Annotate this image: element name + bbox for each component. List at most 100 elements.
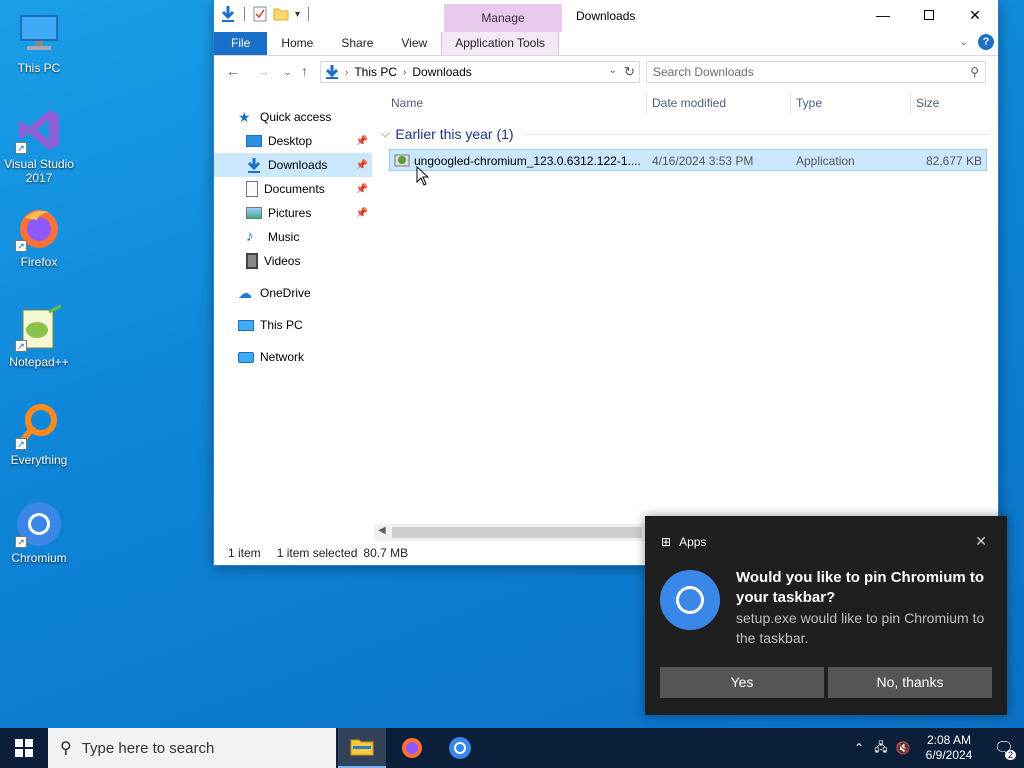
nav-item-label: Network <box>260 350 305 364</box>
tab-view[interactable]: View <box>387 32 441 55</box>
scrollbar-thumb[interactable] <box>392 527 642 538</box>
pin-icon[interactable]: 📌 <box>356 136 368 147</box>
desktop-icon-chromium[interactable]: ↗ Chromium <box>2 500 76 565</box>
network-icon[interactable]: 🖧 <box>870 738 892 759</box>
apps-icon: ⊞ <box>661 535 672 549</box>
tab-share[interactable]: Share <box>327 32 387 55</box>
minimize-button[interactable]: — <box>860 0 906 30</box>
start-button[interactable] <box>0 728 48 768</box>
taskbar-firefox[interactable] <box>388 728 436 768</box>
group-divider <box>524 134 990 135</box>
downloads-location-icon <box>325 65 339 79</box>
navigation-pane: ★ Quick access Desktop 📌 Downloads 📌 Doc… <box>214 100 374 520</box>
column-divider <box>790 93 791 113</box>
windows-logo-icon <box>15 739 33 757</box>
pin-icon[interactable]: 📌 <box>356 160 368 171</box>
scroll-left-icon[interactable]: ◀ <box>378 525 386 536</box>
nav-item-music[interactable]: ♪ Music <box>214 225 372 249</box>
minimize-icon: — <box>876 7 890 23</box>
nav-item-label: Desktop <box>268 134 313 148</box>
action-center-button[interactable]: 🗨 2 <box>984 728 1024 768</box>
pin-icon[interactable]: 📌 <box>356 208 368 219</box>
desktop-icon-visual-studio[interactable]: ↗ Visual Studio 2017 <box>2 106 76 185</box>
column-header-size[interactable]: Size <box>916 96 939 110</box>
file-size: 82,677 KB <box>925 154 982 168</box>
nav-item-network[interactable]: Network <box>214 345 372 369</box>
search-input[interactable]: Search Downloads ⚲ <box>646 61 986 83</box>
maximize-button[interactable] <box>906 0 952 30</box>
help-icon[interactable]: ? <box>978 34 994 50</box>
desktop-icon-this-pc[interactable]: This PC <box>2 10 76 75</box>
installer-file-icon <box>394 154 410 167</box>
nav-item-this-pc[interactable]: This PC <box>214 313 372 337</box>
refresh-icon[interactable]: ↻ <box>624 64 635 80</box>
horizontal-scrollbar[interactable]: ◀ <box>374 524 646 541</box>
taskbar-file-explorer[interactable] <box>338 728 386 768</box>
visual-studio-icon: ↗ <box>15 106 63 154</box>
clock[interactable]: 2:08 AM 6/9/2024 <box>914 733 984 763</box>
breadcrumb-separator-icon: › <box>403 66 407 78</box>
tab-application-tools[interactable]: Application Tools <box>441 32 560 55</box>
tab-manage[interactable]: Manage <box>444 4 562 32</box>
nav-item-videos[interactable]: Videos <box>214 249 372 273</box>
up-arrow-icon[interactable]: ↑ <box>301 63 308 79</box>
nav-item-desktop[interactable]: Desktop 📌 <box>214 129 372 153</box>
nav-item-onedrive[interactable]: ☁ OneDrive <box>214 281 372 305</box>
nav-item-label: Videos <box>264 254 301 268</box>
status-selection: 1 item selected 80.7 MB <box>277 546 408 560</box>
computer-icon <box>15 10 63 58</box>
pin-icon[interactable]: 📌 <box>356 184 368 195</box>
file-explorer-window: ▾ Manage Downloads — ✕ File Home Share V… <box>213 0 999 566</box>
tab-home[interactable]: Home <box>267 32 327 55</box>
star-icon: ★ <box>238 109 251 125</box>
desktop-icon-everything[interactable]: ↗ Everything <box>2 402 76 467</box>
close-button[interactable]: ✕ <box>952 0 998 30</box>
tab-file[interactable]: File <box>214 32 268 55</box>
status-bar: 1 item 1 item selected 80.7 MB <box>228 546 408 560</box>
toolbar-divider <box>244 7 245 21</box>
back-arrow-icon[interactable]: ← <box>226 63 240 79</box>
nav-item-label: Pictures <box>268 206 312 220</box>
firefox-icon: ↗ <box>15 204 63 252</box>
taskbar-search-input[interactable]: ⚲ Type here to search <box>48 728 336 768</box>
shortcut-arrow-icon: ↗ <box>15 240 27 252</box>
no-thanks-button[interactable]: No, thanks <box>828 667 992 698</box>
column-header-date-modified[interactable]: Date modified <box>652 96 726 110</box>
maximize-icon <box>924 10 934 20</box>
recent-locations-icon[interactable]: ⌄ <box>284 67 292 78</box>
volume-muted-icon[interactable]: 🔇 <box>892 741 914 755</box>
group-header[interactable]: ⌵ Earlier this year (1) <box>381 126 514 142</box>
desktop-icon-label: Everything <box>10 453 68 467</box>
yes-button[interactable]: Yes <box>660 667 824 698</box>
desktop-icon-notepad-plus-plus[interactable]: ↗ Notepad++ <box>2 304 76 369</box>
properties-icon[interactable] <box>253 6 267 22</box>
pictures-folder-icon <box>246 207 262 219</box>
nav-item-label: Music <box>268 230 300 244</box>
toast-app-name: Apps <box>679 535 707 549</box>
close-icon: ✕ <box>969 6 981 23</box>
mouse-cursor-icon <box>416 166 430 186</box>
toast-close-icon[interactable]: ✕ <box>975 533 987 550</box>
nav-item-downloads[interactable]: Downloads 📌 <box>214 153 372 177</box>
nav-item-pictures[interactable]: Pictures 📌 <box>214 201 372 225</box>
breadcrumb-this-pc[interactable]: This PC <box>354 65 397 79</box>
column-header-type[interactable]: Type <box>796 96 822 110</box>
address-bar[interactable]: › This PC › Downloads ⌄ ↻ <box>320 61 640 83</box>
shortcut-arrow-icon: ↗ <box>15 438 27 450</box>
column-header-name[interactable]: Name <box>391 96 423 110</box>
customize-toolbar-icon[interactable]: ▾ <box>295 9 300 20</box>
desktop-icon-firefox[interactable]: ↗ Firefox <box>2 204 76 269</box>
shortcut-arrow-icon: ↗ <box>15 142 27 154</box>
nav-item-documents[interactable]: Documents 📌 <box>214 177 372 201</box>
chevron-up-icon[interactable]: ⌃ <box>848 741 870 755</box>
address-dropdown-icon[interactable]: ⌄ <box>609 65 617 76</box>
breadcrumb-downloads[interactable]: Downloads <box>412 65 471 79</box>
forward-arrow-icon[interactable]: → <box>256 63 270 79</box>
new-folder-icon[interactable] <box>273 6 289 22</box>
chromium-icon: ↗ <box>15 500 63 548</box>
table-row[interactable]: ungoogled-chromium_123.0.6312.122-1.... … <box>389 149 987 171</box>
taskbar-chromium[interactable] <box>436 728 484 768</box>
chevron-down-icon: ⌵ <box>381 127 390 140</box>
expand-ribbon-icon[interactable]: ⌄ <box>960 37 968 48</box>
nav-item-quick-access[interactable]: ★ Quick access <box>214 105 372 129</box>
